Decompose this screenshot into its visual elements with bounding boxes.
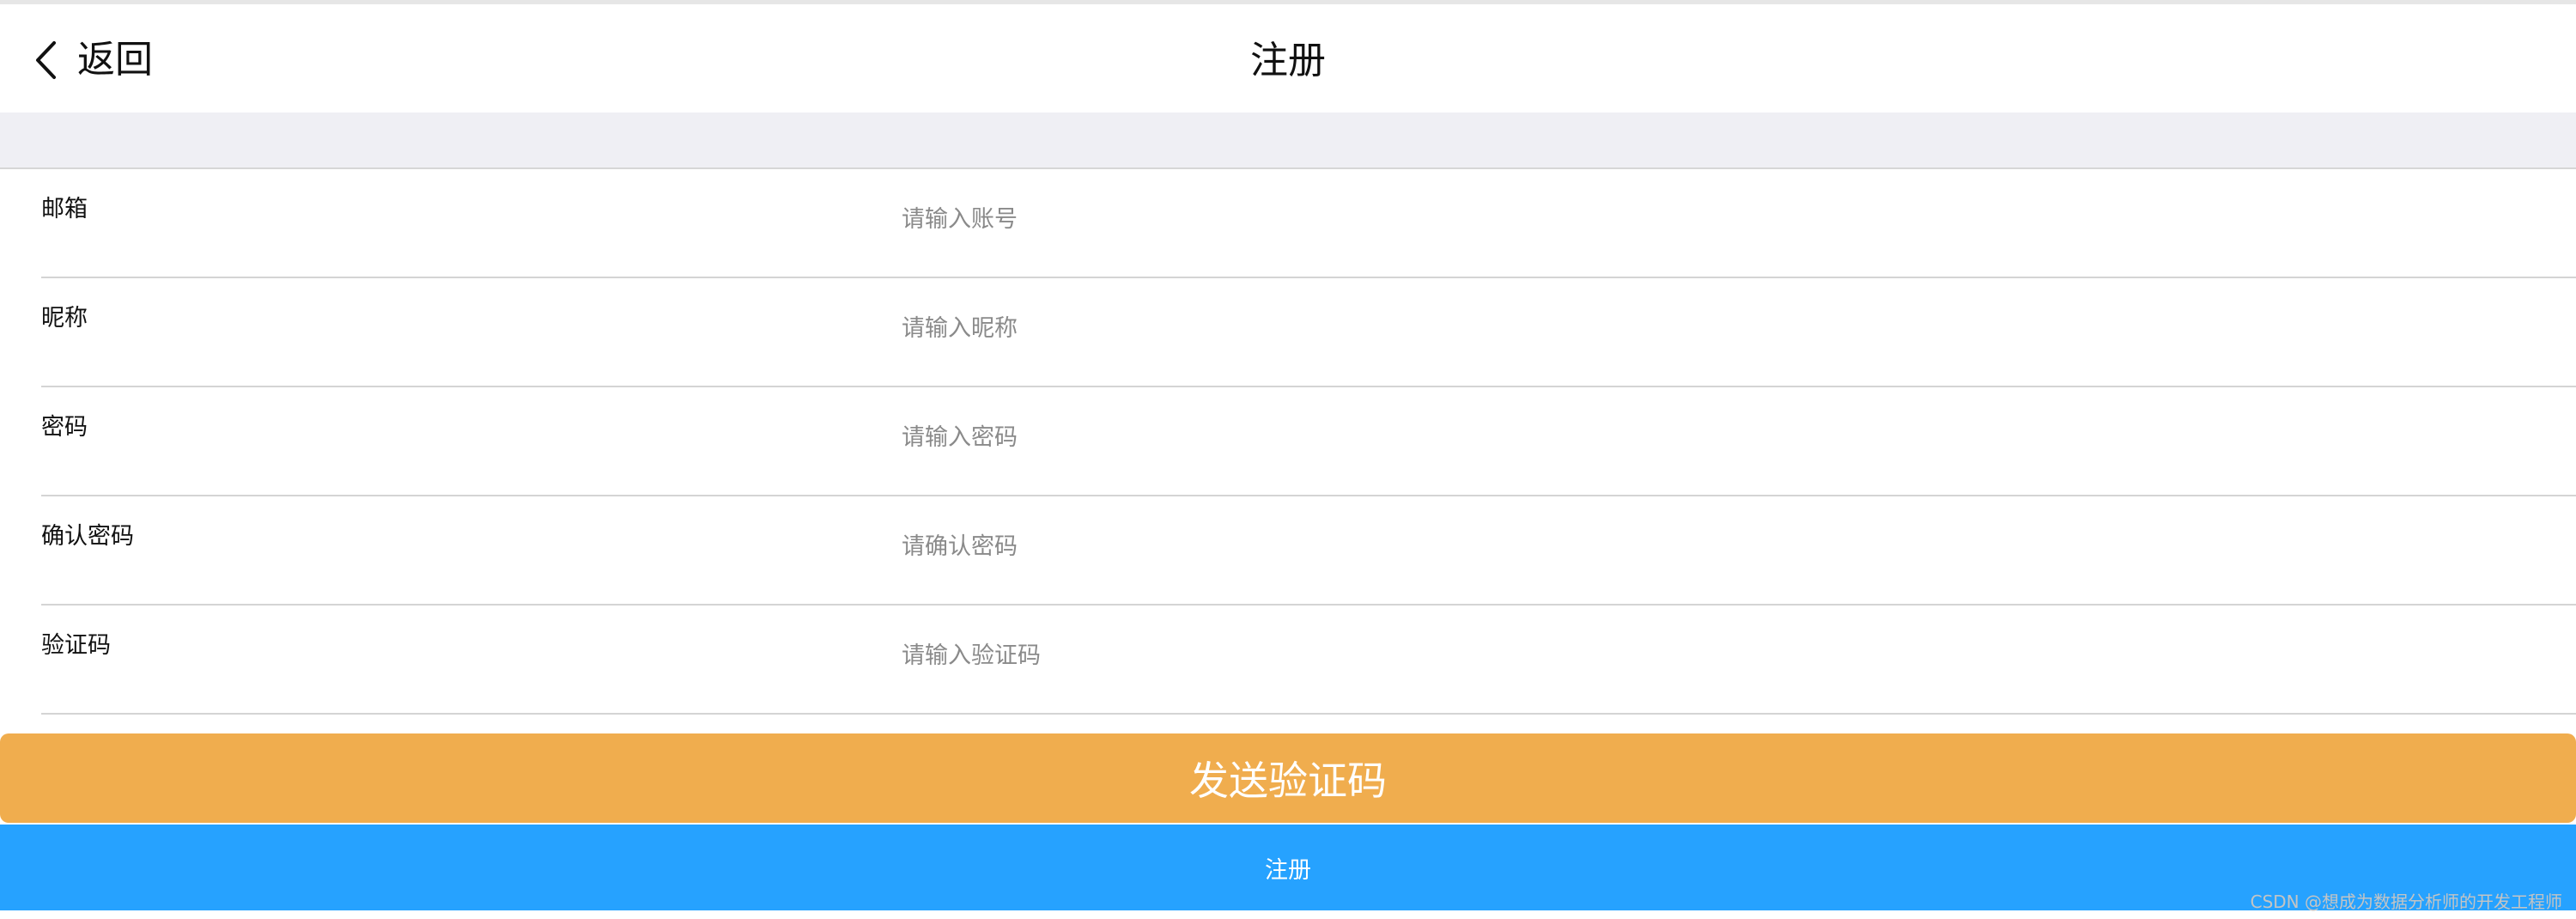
confirm-password-row: 确认密码: [0, 496, 2576, 606]
verification-code-label: 验证码: [41, 632, 111, 659]
watermark: CSDN @想成为数据分析师的开发工程师: [2250, 892, 2562, 912]
nickname-field[interactable]: [902, 309, 2533, 347]
register-form: 邮箱 昵称 密码 确认密码 验证码: [0, 169, 2576, 715]
confirm-password-label: 确认密码: [41, 523, 134, 550]
send-code-button[interactable]: 发送验证码: [0, 733, 2576, 823]
page-title: 注册: [1250, 39, 1326, 82]
nickname-label: 昵称: [41, 305, 88, 332]
password-row: 密码: [0, 387, 2576, 496]
section-gap: [0, 113, 2576, 169]
verification-code-field[interactable]: [902, 636, 2533, 674]
email-row: 邮箱: [0, 169, 2576, 278]
password-field[interactable]: [902, 418, 2533, 456]
nickname-row: 昵称: [0, 278, 2576, 387]
register-button[interactable]: 注册: [0, 825, 2576, 910]
register-page: 返回 注册 邮箱 昵称 密码 确认密码 验证码 发送验证码 注册 CSDN @想…: [0, 0, 2576, 919]
password-label: 密码: [41, 414, 88, 441]
navbar: 返回 注册: [0, 4, 2576, 113]
bottom-strip: [0, 910, 2576, 919]
email-label: 邮箱: [41, 196, 88, 222]
email-field[interactable]: [902, 200, 2533, 238]
confirm-password-field[interactable]: [902, 527, 2533, 565]
verification-code-row: 验证码: [0, 606, 2576, 715]
